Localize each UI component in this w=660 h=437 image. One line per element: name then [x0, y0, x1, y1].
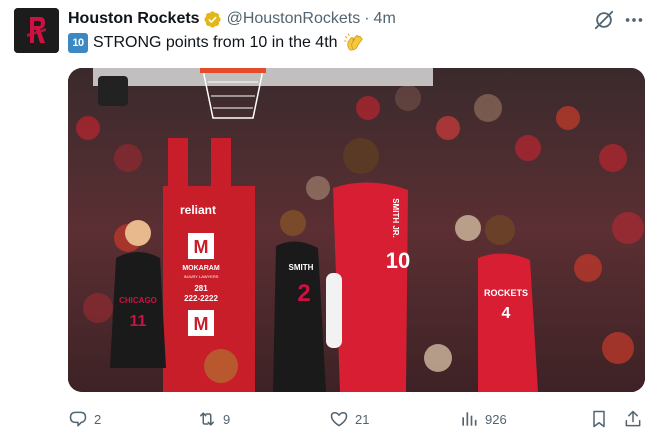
tweet-body: STRONG points from 10 in the 4th [93, 34, 338, 51]
bulls-left-number: 11 [130, 313, 147, 330]
arena-letter-top: M [194, 237, 209, 257]
arena-phone-number: 222-2222 [184, 294, 218, 303]
author-name[interactable]: Houston Rockets [68, 10, 200, 28]
more-options-icon[interactable] [623, 9, 645, 31]
avatar[interactable] [14, 8, 59, 53]
game-scene: reliant M MOKARAM INJURY LAWYERS 281 222… [68, 68, 645, 392]
view-count: 926 [485, 411, 507, 427]
repost-count: 9 [223, 411, 231, 427]
share-button[interactable] [623, 405, 643, 433]
timestamp[interactable]: 4m [374, 10, 396, 28]
tweet-header: Houston Rockets @HoustonRockets · 4m [68, 9, 396, 29]
rockets-right-number: 4 [502, 305, 511, 322]
reply-icon [69, 411, 87, 427]
arena-brand: MOKARAM [182, 265, 219, 272]
verified-badge-icon[interactable] [203, 10, 222, 29]
rockets-center-name: SMITH JR. [391, 198, 400, 238]
bulls-left-jersey: CHICAGO [119, 296, 157, 305]
author-handle[interactable]: @HoustonRockets [227, 10, 361, 28]
bulls-right-number: 2 [297, 280, 310, 307]
tweet-action-bar: 2 9 21 926 [68, 405, 645, 433]
bar-chart-icon [462, 412, 477, 426]
reply-count: 2 [94, 411, 102, 427]
bookmark-icon [593, 410, 605, 428]
clapping-hands-icon [343, 33, 366, 53]
arena-brand-sub: INJURY LAWYERS [184, 274, 219, 279]
keycap-ten-emoji: 10 [68, 33, 88, 53]
rockets-right-jersey: ROCKETS [484, 288, 528, 298]
separator-dot: · [364, 10, 370, 27]
rockets-center-number: 10 [386, 248, 410, 273]
tweet-text: 10 STRONG points from 10 in the 4th [68, 32, 366, 54]
views-button[interactable]: 926 [459, 405, 507, 433]
repost-button[interactable]: 9 [197, 405, 230, 433]
rockets-logo-icon [14, 8, 59, 53]
like-button[interactable]: 21 [329, 405, 369, 433]
arena-letter-bottom: M [194, 314, 209, 334]
grok-icon[interactable] [593, 9, 615, 31]
tweet-media-video[interactable]: reliant M MOKARAM INJURY LAWYERS 281 222… [68, 68, 645, 392]
reply-button[interactable]: 2 [68, 405, 101, 433]
bookmark-button[interactable] [589, 405, 609, 433]
arena-phone-area: 281 [194, 284, 208, 293]
heart-icon [330, 412, 348, 427]
like-count: 21 [355, 411, 370, 427]
bulls-right-name: SMITH [289, 263, 314, 272]
arena-sponsor-label: reliant [180, 203, 216, 217]
repost-icon [200, 412, 214, 426]
share-icon [625, 410, 641, 427]
